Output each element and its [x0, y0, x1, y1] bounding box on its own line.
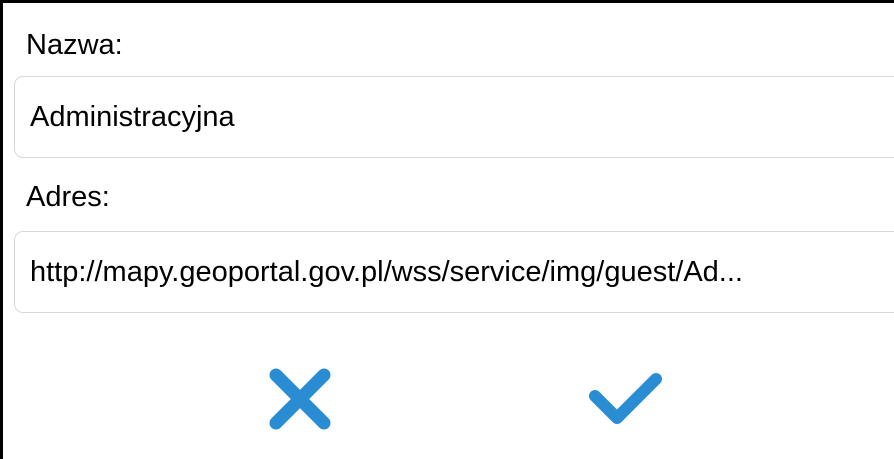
name-label: Nazwa: [26, 29, 123, 61]
name-input[interactable]: Administracyjna [14, 76, 894, 158]
checkmark-icon [589, 373, 662, 424]
cancel-button[interactable] [260, 359, 340, 439]
address-input[interactable]: http://mapy.geoportal.gov.pl/wss/service… [14, 231, 894, 313]
address-label: Adres: [26, 181, 110, 213]
layer-edit-dialog: Nazwa: Administracyjna Adres: http://map… [0, 0, 894, 459]
confirm-button[interactable] [585, 359, 665, 439]
close-icon [269, 368, 331, 430]
